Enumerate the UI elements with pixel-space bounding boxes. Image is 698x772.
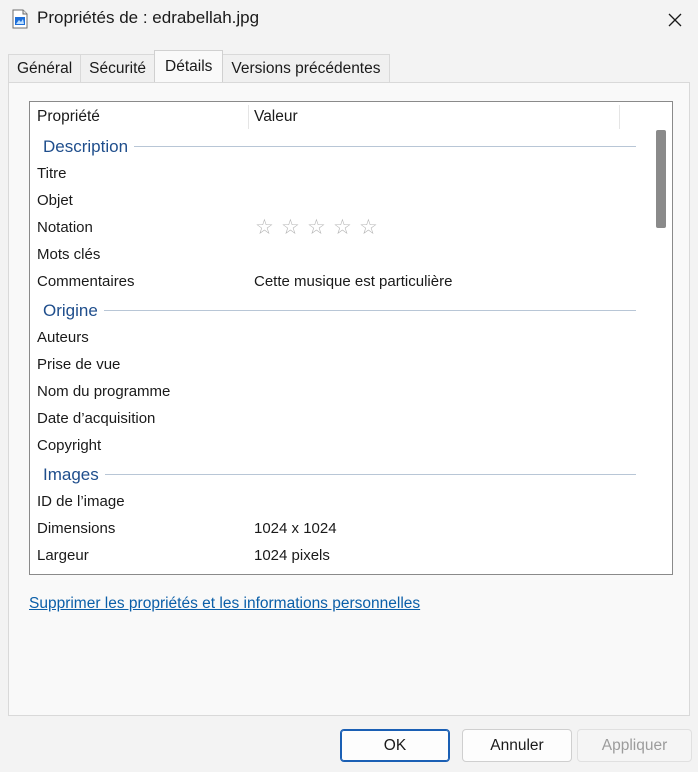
group-divider (43, 310, 636, 311)
group-header-origine: Origine (30, 296, 650, 325)
property-name: Copyright (37, 437, 102, 454)
tab-strip: Général Sécurité Détails Versions précéd… (8, 50, 390, 82)
tab-details[interactable]: Détails (154, 50, 224, 82)
property-row-auteurs[interactable]: Auteurs (30, 325, 650, 352)
property-row-titre[interactable]: Titre (30, 161, 650, 188)
close-button[interactable] (652, 0, 698, 40)
rating-stars[interactable]: ☆ ☆ ☆ ☆ ☆ (255, 216, 385, 240)
property-row-dimensions[interactable]: Dimensions 1024 x 1024 (30, 516, 650, 543)
properties-rows: Description Titre Objet Notation ☆ ☆ ☆ ☆… (30, 132, 650, 570)
group-label: Description (43, 137, 135, 157)
property-value[interactable]: 1024 pixels (254, 547, 330, 564)
scrollbar-thumb[interactable] (656, 130, 666, 228)
image-file-icon (12, 9, 28, 29)
property-name: Commentaires (37, 273, 135, 290)
window-title: Propriétés de : edrabellah.jpg (37, 8, 260, 27)
property-name: ID de l’image (37, 493, 125, 510)
property-value[interactable]: 1024 x 1024 (254, 520, 337, 537)
properties-list: Propriété Valeur Description Titre Objet… (29, 101, 673, 575)
property-row-notation[interactable]: Notation ☆ ☆ ☆ ☆ ☆ (30, 215, 650, 242)
property-name: Auteurs (37, 329, 89, 346)
tab-securite[interactable]: Sécurité (80, 54, 156, 82)
star-icon[interactable]: ☆ (281, 216, 307, 240)
property-name: Objet (37, 192, 73, 209)
property-row-copyright[interactable]: Copyright (30, 433, 650, 460)
property-name: Dimensions (37, 520, 116, 537)
property-name: Notation (37, 219, 93, 236)
remove-properties-link[interactable]: Supprimer les propriétés et les informat… (29, 595, 420, 613)
group-header-description: Description (30, 132, 650, 161)
property-row-mots-cles[interactable]: Mots clés (30, 242, 650, 269)
list-header: Propriété Valeur (30, 102, 650, 132)
ok-button[interactable]: OK (340, 729, 450, 762)
close-icon (668, 13, 682, 27)
property-row-prise-de-vue[interactable]: Prise de vue (30, 352, 650, 379)
column-header-value[interactable]: Valeur (254, 108, 298, 126)
column-separator[interactable] (248, 105, 249, 129)
property-name: Nom du programme (37, 383, 171, 400)
property-row-nom-du-programme[interactable]: Nom du programme (30, 379, 650, 406)
group-divider (43, 474, 636, 475)
star-icon[interactable]: ☆ (333, 216, 359, 240)
property-row-id-image[interactable]: ID de l’image (30, 489, 650, 516)
property-name: Mots clés (37, 246, 101, 263)
property-name: Titre (37, 165, 67, 182)
group-label: Images (43, 465, 105, 485)
property-name: Date d’acquisition (37, 410, 156, 427)
star-icon[interactable]: ☆ (255, 216, 281, 240)
tab-versions-precedentes[interactable]: Versions précédentes (222, 54, 390, 82)
property-row-commentaires[interactable]: Commentaires Cette musique est particuli… (30, 269, 650, 296)
tab-general[interactable]: Général (8, 54, 82, 82)
property-row-objet[interactable]: Objet (30, 188, 650, 215)
vertical-scrollbar[interactable] (648, 102, 672, 574)
property-row-largeur[interactable]: Largeur 1024 pixels (30, 543, 650, 570)
column-header-property[interactable]: Propriété (37, 108, 100, 126)
property-row-date-acquisition[interactable]: Date d’acquisition (30, 406, 650, 433)
column-separator[interactable] (619, 105, 620, 129)
property-value[interactable]: Cette musique est particulière (254, 273, 452, 290)
apply-button[interactable]: Appliquer (577, 729, 692, 762)
group-label: Origine (43, 301, 104, 321)
property-name: Prise de vue (37, 356, 121, 373)
title-bar: Propriétés de : edrabellah.jpg (0, 0, 698, 40)
star-icon[interactable]: ☆ (359, 216, 385, 240)
cancel-button[interactable]: Annuler (462, 729, 572, 762)
star-icon[interactable]: ☆ (307, 216, 333, 240)
property-name: Largeur (37, 547, 89, 564)
group-header-images: Images (30, 460, 650, 489)
